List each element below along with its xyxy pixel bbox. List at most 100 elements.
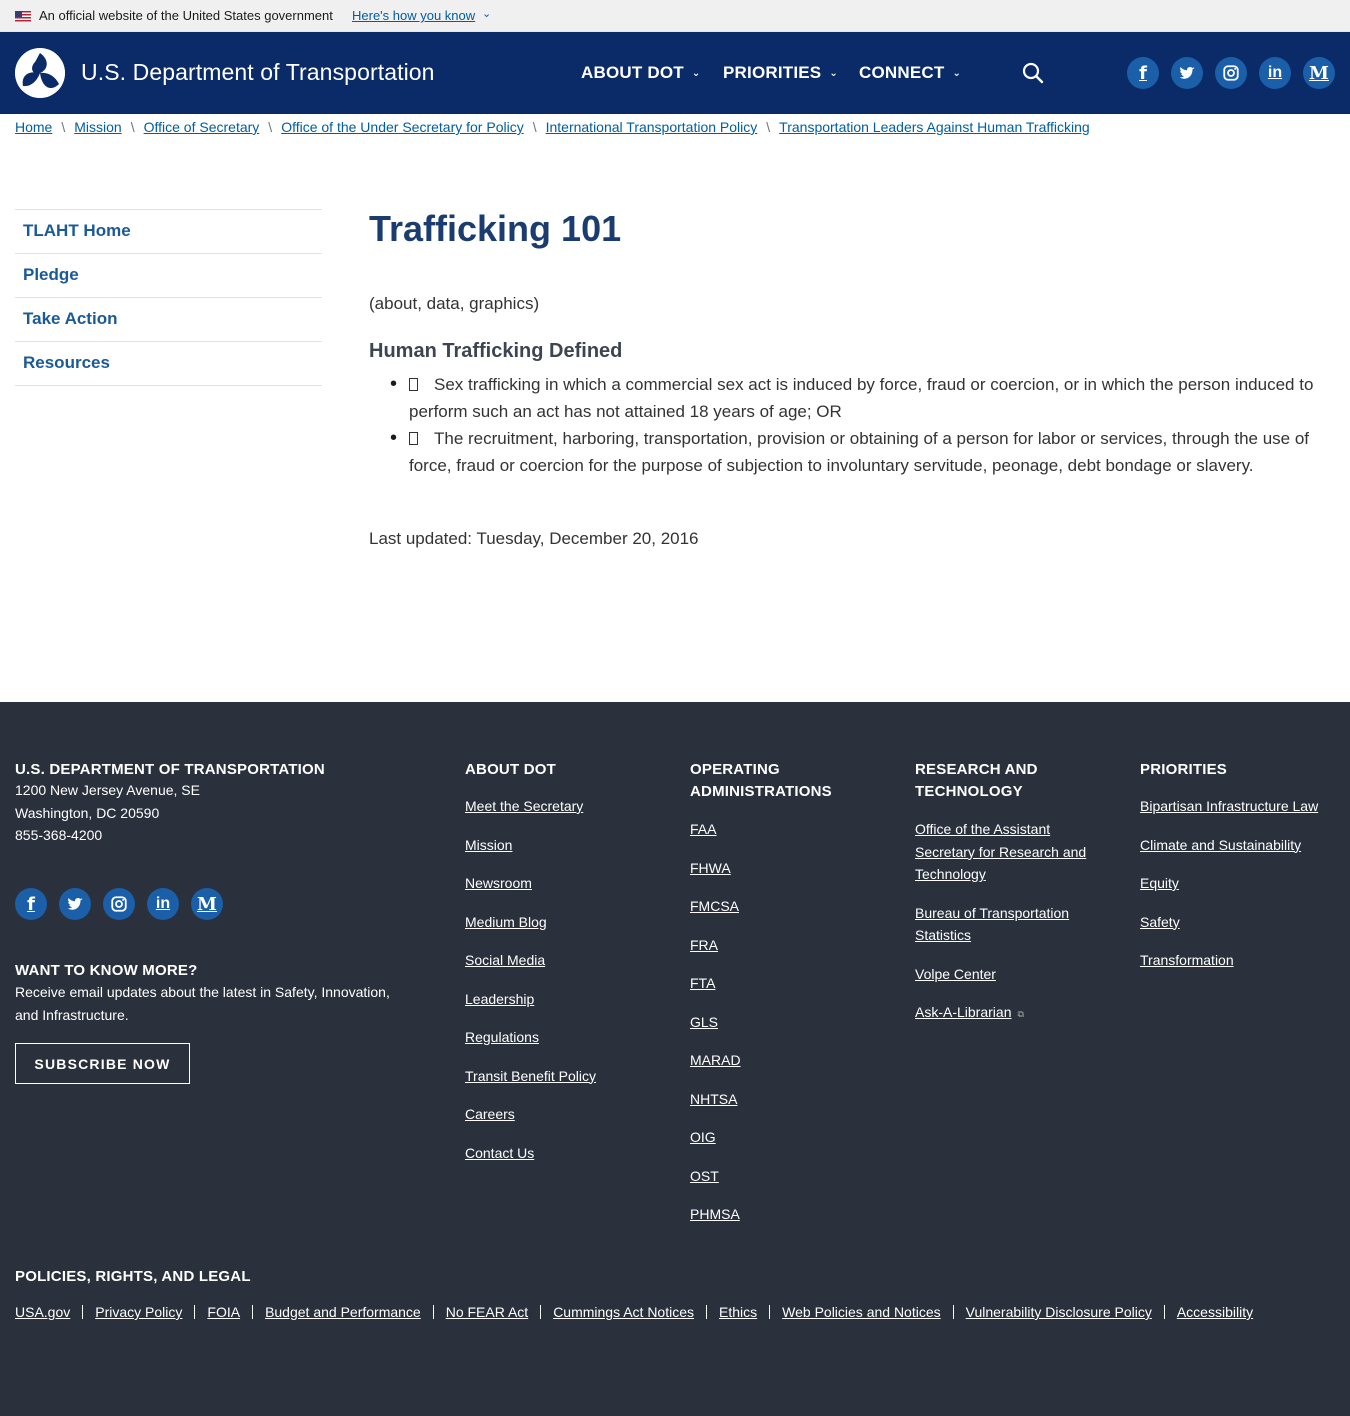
footer-link-ost[interactable]: OST — [690, 1165, 741, 1188]
footer-link-fmcsa[interactable]: FMCSA — [690, 895, 741, 918]
breadcrumb-home[interactable]: Home — [15, 119, 52, 135]
footer-link-bts[interactable]: Bureau of Transportation Statistics — [915, 902, 1105, 947]
footer-link-climate-sustainability[interactable]: Climate and Sustainability — [1140, 834, 1318, 857]
section-heading: Human Trafficking Defined — [369, 340, 623, 362]
footer-link-fta[interactable]: FTA — [690, 972, 741, 995]
sidenav-item-pledge[interactable]: Pledge — [15, 254, 322, 298]
sidenav-item-resources[interactable]: Resources — [15, 342, 322, 386]
site-title[interactable]: U.S. Department of Transportation — [81, 59, 435, 86]
breadcrumb-tlaht[interactable]: Transportation Leaders Against Human Tra… — [779, 119, 1090, 135]
page-title: Trafficking 101 — [369, 208, 622, 249]
footer-link-privacy-policy[interactable]: Privacy Policy — [95, 1304, 182, 1320]
breadcrumb-separator: \ — [766, 119, 771, 135]
nav-connect-label: CONNECT — [859, 63, 945, 82]
footer-link-nhtsa[interactable]: NHTSA — [690, 1088, 741, 1111]
medium-glyph: M — [197, 893, 217, 915]
footer-link-mission[interactable]: Mission — [465, 834, 596, 857]
footer-link-ask-a-librarian[interactable]: Ask-A-Librarian — [915, 1004, 1011, 1020]
footer-link-web-policies[interactable]: Web Policies and Notices — [782, 1304, 940, 1320]
chevron-down-icon: ⌄ — [691, 68, 701, 79]
twitter-icon[interactable] — [1171, 57, 1203, 89]
definition-text: The recruitment, harboring, transportati… — [409, 429, 1310, 475]
footer-link-newsroom[interactable]: Newsroom — [465, 872, 596, 895]
search-icon[interactable] — [1022, 62, 1044, 84]
medium-icon[interactable]: M — [1303, 57, 1335, 89]
footer-dot-heading: U.S. DEPARTMENT OF TRANSPORTATION — [15, 761, 325, 778]
facebook-glyph: f — [1139, 62, 1147, 84]
footer-link-oast-research[interactable]: Office of the Assistant Secretary for Re… — [915, 818, 1105, 886]
footer-link-leadership[interactable]: Leadership — [465, 988, 596, 1011]
email-updates-text: Receive email updates about the latest i… — [15, 984, 390, 1023]
divider — [706, 1305, 708, 1319]
nav-about-dot[interactable]: ABOUT DOT ⌄ — [581, 63, 700, 83]
footer-about-links: Meet the Secretary Mission Newsroom Medi… — [465, 795, 596, 1164]
footer-link-equity[interactable]: Equity — [1140, 872, 1318, 895]
definition-text: Sex trafficking in which a commercial se… — [409, 375, 1314, 421]
footer-link-vulnerability-disclosure[interactable]: Vulnerability Disclosure Policy — [966, 1304, 1152, 1320]
footer-address-line1: 1200 New Jersey Avenue, SE — [15, 782, 200, 798]
divider — [540, 1305, 542, 1319]
footer-link-regulations[interactable]: Regulations — [465, 1026, 596, 1049]
breadcrumb-mission[interactable]: Mission — [74, 119, 121, 135]
footer-link-fhwa[interactable]: FHWA — [690, 857, 741, 880]
footer-link-contact-us[interactable]: Contact Us — [465, 1142, 596, 1165]
footer-link-marad[interactable]: MARAD — [690, 1049, 741, 1072]
sidenav-item-tlaht-home[interactable]: TLAHT Home — [15, 210, 322, 254]
medium-glyph: M — [1309, 62, 1329, 84]
footer-link-careers[interactable]: Careers — [465, 1103, 596, 1126]
instagram-icon[interactable] — [103, 888, 135, 920]
linkedin-icon[interactable]: in — [147, 888, 179, 920]
breadcrumb-office-of-secretary[interactable]: Office of Secretary — [144, 119, 260, 135]
footer-link-meet-the-secretary[interactable]: Meet the Secretary — [465, 795, 596, 818]
facebook-icon[interactable]: f — [1127, 57, 1159, 89]
footer-link-budget-performance[interactable]: Budget and Performance — [265, 1304, 421, 1320]
facebook-icon[interactable]: f — [15, 888, 47, 920]
instagram-icon[interactable] — [1215, 57, 1247, 89]
site-footer: U.S. DEPARTMENT OF TRANSPORTATION 1200 N… — [0, 702, 1350, 1416]
nav-connect[interactable]: CONNECT ⌄ — [859, 63, 961, 83]
footer-link-oig[interactable]: OIG — [690, 1126, 741, 1149]
sidenav-item-take-action[interactable]: Take Action — [15, 298, 322, 342]
dot-logo-icon[interactable] — [15, 48, 65, 98]
intro-text: (about, data, graphics) — [369, 294, 540, 313]
footer-link-faa[interactable]: FAA — [690, 818, 741, 841]
side-navigation: TLAHT Home Pledge Take Action Resources — [15, 209, 322, 386]
breadcrumb-under-secretary-policy[interactable]: Office of the Under Secretary for Policy — [281, 119, 524, 135]
footer-link-transformation[interactable]: Transformation — [1140, 949, 1318, 972]
footer-link-transit-benefit-policy[interactable]: Transit Benefit Policy — [465, 1065, 596, 1088]
footer-link-volpe-center[interactable]: Volpe Center — [915, 963, 1105, 986]
footer-research-links: Office of the Assistant Secretary for Re… — [915, 818, 1105, 1026]
divider — [432, 1305, 434, 1319]
divider — [769, 1305, 771, 1319]
footer-link-usa-gov[interactable]: USA.gov — [15, 1304, 70, 1320]
footer-link-phmsa[interactable]: PHMSA — [690, 1203, 741, 1226]
footer-link-fra[interactable]: FRA — [690, 934, 741, 957]
footer-priorities-links: Bipartisan Infrastructure Law Climate an… — [1140, 795, 1318, 972]
footer-link-bipartisan-infrastructure-law[interactable]: Bipartisan Infrastructure Law — [1140, 795, 1318, 818]
footer-link-cummings-act[interactable]: Cummings Act Notices — [553, 1304, 694, 1320]
missing-glyph-icon — [409, 432, 418, 445]
want-to-know-more-heading: WANT TO KNOW MORE? — [15, 962, 198, 979]
heres-how-you-know-link[interactable]: Here's how you know — [352, 8, 475, 23]
footer-link-gls[interactable]: GLS — [690, 1011, 741, 1034]
footer-phone: 855-368-4200 — [15, 827, 103, 843]
footer-link-foia[interactable]: FOIA — [207, 1304, 240, 1320]
breadcrumb-separator: \ — [532, 119, 537, 135]
footer-link-accessibility[interactable]: Accessibility — [1177, 1304, 1253, 1320]
divider — [252, 1305, 254, 1319]
chevron-down-icon[interactable]: ⌄ — [482, 7, 491, 20]
subscribe-now-button[interactable]: SUBSCRIBE NOW — [15, 1043, 190, 1084]
footer-link-ethics[interactable]: Ethics — [719, 1304, 757, 1320]
footer-link-safety[interactable]: Safety — [1140, 911, 1318, 934]
list-item: The recruitment, harboring, transportati… — [390, 425, 1334, 479]
breadcrumb-international-transportation-policy[interactable]: International Transportation Policy — [546, 119, 758, 135]
medium-icon[interactable]: M — [191, 888, 223, 920]
external-link-icon: ⧉ — [1017, 1009, 1024, 1019]
footer-link-social-media[interactable]: Social Media — [465, 949, 596, 972]
twitter-icon[interactable] — [59, 888, 91, 920]
divider — [1163, 1305, 1165, 1319]
nav-priorities[interactable]: PRIORITIES ⌄ — [723, 63, 838, 83]
linkedin-icon[interactable]: in — [1259, 57, 1291, 89]
footer-link-no-fear-act[interactable]: No FEAR Act — [446, 1304, 528, 1320]
footer-link-medium-blog[interactable]: Medium Blog — [465, 911, 596, 934]
